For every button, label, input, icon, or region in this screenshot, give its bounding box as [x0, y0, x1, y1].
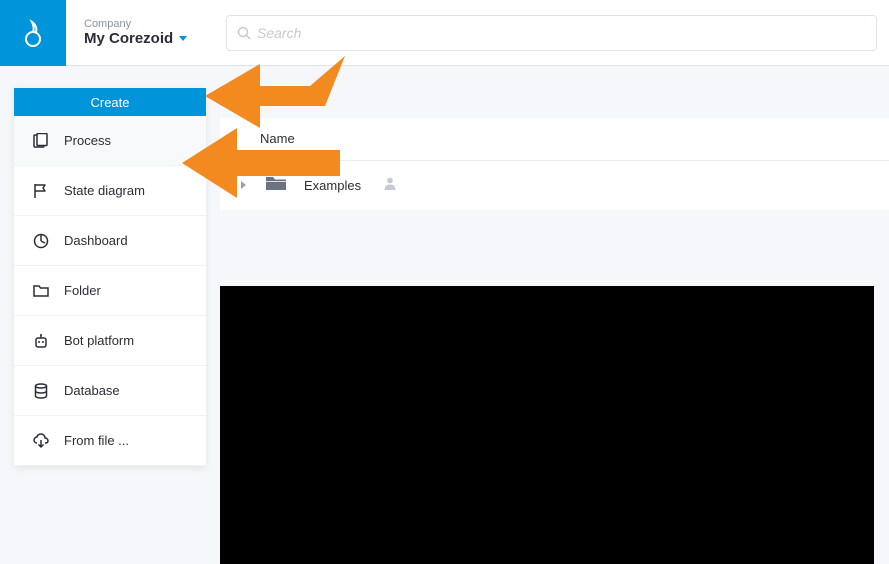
chevron-down-icon	[179, 36, 187, 42]
process-icon	[32, 132, 50, 150]
company-label: Company	[84, 18, 208, 30]
folder-icon	[32, 282, 50, 300]
menu-item-process[interactable]: Process	[14, 116, 206, 166]
menu-item-from-file[interactable]: From file ...	[14, 416, 206, 466]
menu-label: Database	[64, 383, 120, 398]
app-header: Company My Corezoid	[0, 0, 889, 66]
menu-item-bot-platform[interactable]: Bot platform	[14, 316, 206, 366]
logo[interactable]	[0, 0, 66, 66]
menu-item-dashboard[interactable]: Dashboard	[14, 216, 206, 266]
annotation-arrow	[182, 128, 340, 198]
search-box[interactable]	[226, 15, 877, 51]
flame-icon	[18, 18, 48, 48]
search-input[interactable]	[251, 25, 866, 41]
search-icon	[237, 26, 251, 40]
database-icon	[32, 382, 50, 400]
menu-item-database[interactable]: Database	[14, 366, 206, 416]
menu-label: Bot platform	[64, 333, 134, 348]
menu-label: Folder	[64, 283, 101, 298]
cloud-download-icon	[32, 432, 50, 450]
content-placeholder	[220, 286, 874, 564]
create-menu: Process State diagram Dashboard Folder B…	[14, 88, 206, 466]
company-selector[interactable]: Company My Corezoid	[66, 0, 226, 65]
create-button[interactable]: Create	[14, 88, 206, 116]
menu-item-folder[interactable]: Folder	[14, 266, 206, 316]
company-name: My Corezoid	[84, 30, 173, 47]
menu-item-state-diagram[interactable]: State diagram	[14, 166, 206, 216]
menu-label: Process	[64, 133, 111, 148]
bot-icon	[32, 332, 50, 350]
menu-label: Dashboard	[64, 233, 128, 248]
menu-label: From file ...	[64, 433, 129, 448]
user-icon	[373, 176, 397, 195]
menu-label: State diagram	[64, 183, 145, 198]
flag-icon	[32, 182, 50, 200]
dashboard-icon	[32, 232, 50, 250]
